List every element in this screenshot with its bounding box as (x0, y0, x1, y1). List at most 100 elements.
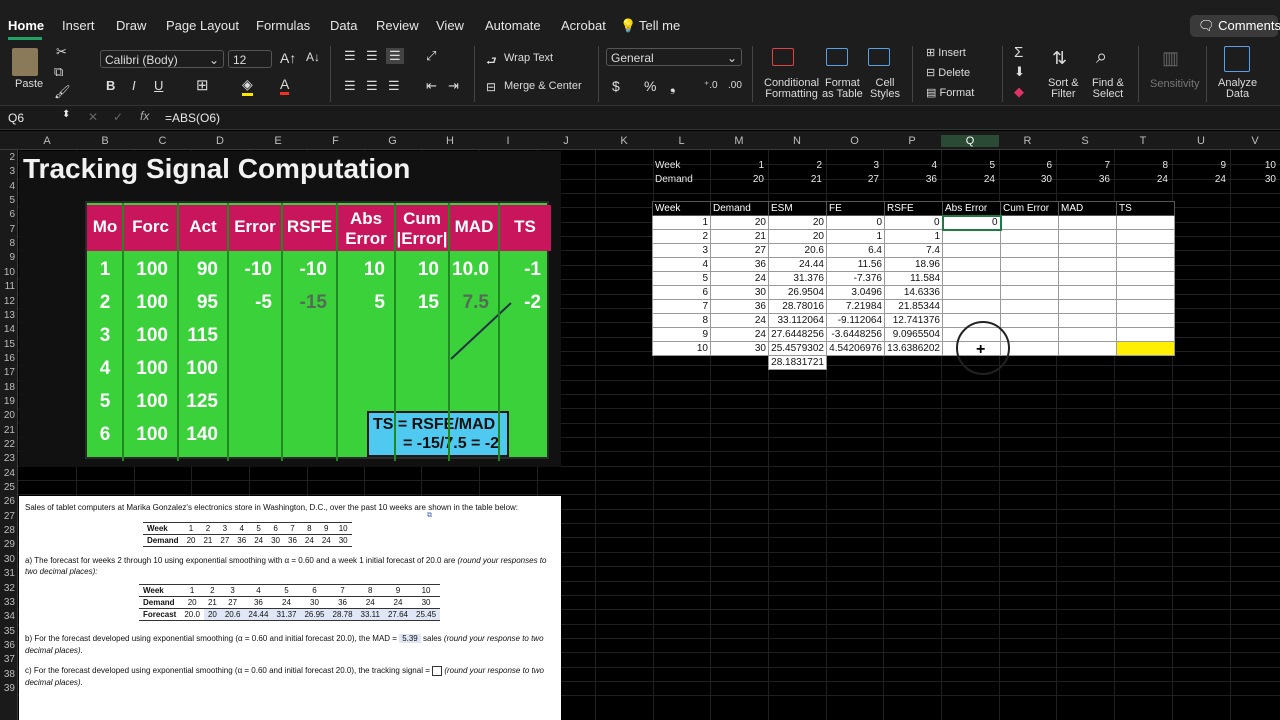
column-header-s[interactable]: S (1056, 135, 1114, 147)
column-header-f[interactable]: F (307, 135, 364, 147)
worksheet-cell[interactable]: 27 (710, 243, 769, 258)
column-header-t[interactable]: T (1114, 135, 1172, 147)
worksheet-cell[interactable]: 6 (652, 285, 711, 300)
tab-automate[interactable]: Automate (485, 18, 541, 33)
align-right-icon[interactable]: ☰ (388, 78, 400, 94)
bold-button[interactable]: B (106, 78, 115, 93)
worksheet-cell[interactable]: 0 (941, 214, 1002, 231)
sort-filter-button[interactable]: Sort & Filter (1048, 78, 1079, 100)
worksheet-cell[interactable] (1116, 229, 1175, 244)
number-format-select[interactable]: General ⌄ (606, 48, 742, 66)
worksheet-cell[interactable]: 24 (710, 271, 769, 286)
wrap-text-button[interactable]: Wrap Text (504, 52, 553, 64)
row-header-17[interactable]: 17 (0, 367, 17, 378)
align-top-icon[interactable]: ☰ (344, 48, 356, 64)
cell-styles-icon[interactable] (868, 48, 890, 66)
worksheet-cell[interactable]: -3.6448256 (826, 327, 885, 342)
worksheet-cell[interactable] (1116, 341, 1175, 356)
sheet-cell[interactable]: 36 (883, 174, 937, 185)
column-header-v[interactable]: V (1230, 135, 1280, 147)
worksheet-cell[interactable]: 33.112064 (768, 313, 827, 328)
worksheet-cell[interactable] (942, 271, 1001, 286)
tab-acrobat[interactable]: Acrobat (561, 18, 606, 33)
copy-data-icon[interactable]: ⧉ (427, 512, 432, 520)
align-center-icon[interactable]: ☰ (366, 78, 378, 94)
row-header-31[interactable]: 31 (0, 568, 17, 579)
wrap-text-icon[interactable]: ⮐ (486, 52, 497, 73)
worksheet-cell[interactable]: -9.112064 (826, 313, 885, 328)
row-header-18[interactable]: 18 (0, 382, 17, 393)
fill-icon[interactable]: ⬇ (1014, 64, 1025, 80)
tab-data[interactable]: Data (330, 18, 357, 33)
sheet-cell[interactable]: 21 (768, 174, 822, 185)
problem-statement[interactable]: Sales of tablet computers at Marika Gonz… (19, 496, 561, 720)
row-header-30[interactable]: 30 (0, 554, 17, 565)
worksheet-cell[interactable]: 2 (652, 229, 711, 244)
worksheet-cell[interactable]: 20.6 (768, 243, 827, 258)
row-header-27[interactable]: 27 (0, 511, 17, 522)
name-box-chevron-icon[interactable]: ⬍ (62, 109, 70, 120)
worksheet-cell[interactable] (1116, 313, 1175, 328)
column-header-b[interactable]: B (76, 135, 134, 147)
formula-input[interactable]: =ABS(O6) (165, 111, 220, 125)
worksheet-cell[interactable] (653, 356, 711, 370)
worksheet-cell[interactable] (1116, 215, 1175, 230)
worksheet-cell[interactable]: 7.4 (884, 243, 943, 258)
delete-cells-button[interactable]: ⊟ Delete (926, 66, 970, 79)
worksheet-cell[interactable]: 24 (710, 313, 769, 328)
tab-formulas[interactable]: Formulas (256, 18, 310, 33)
worksheet-cell[interactable] (1116, 285, 1175, 300)
worksheet-cell[interactable]: 20 (768, 229, 827, 244)
column-header-k[interactable]: K (595, 135, 653, 147)
row-header-15[interactable]: 15 (0, 339, 17, 350)
column-header-m[interactable]: M (710, 135, 768, 147)
sheet-cell[interactable]: 36 (1056, 174, 1110, 185)
row-header-3[interactable]: 3 (0, 166, 17, 177)
worksheet-cell[interactable] (1000, 243, 1059, 258)
conditional-formatting-icon[interactable] (772, 48, 794, 66)
mad-answer[interactable]: 5.39 (399, 634, 421, 643)
row-header-5[interactable]: 5 (0, 195, 17, 206)
row-header-32[interactable]: 32 (0, 583, 17, 594)
worksheet-header-cell[interactable]: FE (826, 201, 885, 216)
worksheet-cell[interactable]: 31.376 (768, 271, 827, 286)
worksheet-cell[interactable]: 1 (884, 229, 943, 244)
worksheet-cell[interactable]: 20 (768, 215, 827, 230)
sheet-cell[interactable]: 9 (1172, 160, 1226, 171)
worksheet-header-cell[interactable]: Week (652, 201, 711, 216)
tab-view[interactable]: View (436, 18, 464, 33)
column-header-g[interactable]: G (364, 135, 421, 147)
row-header-2[interactable]: 2 (0, 152, 17, 163)
worksheet-cell[interactable]: 7 (652, 299, 711, 314)
worksheet-cell[interactable] (1116, 327, 1175, 342)
row-header-12[interactable]: 12 (0, 296, 17, 307)
increase-indent-icon[interactable]: ⇥ (448, 78, 459, 94)
worksheet-cell[interactable]: 11.584 (884, 271, 943, 286)
sheet-cell[interactable]: 20 (710, 174, 764, 185)
column-header-h[interactable]: H (421, 135, 479, 147)
row-header-9[interactable]: 9 (0, 252, 17, 263)
worksheet-cell[interactable]: 3 (652, 243, 711, 258)
decrease-font-icon[interactable]: A↓ (306, 50, 320, 64)
worksheet-cell[interactable]: 14.6336 (884, 285, 943, 300)
increase-decimal-icon[interactable]: ⁺.0 (704, 80, 718, 91)
row-header-34[interactable]: 34 (0, 611, 17, 622)
worksheet-cell[interactable] (1058, 257, 1117, 272)
column-header-o[interactable]: O (826, 135, 883, 147)
worksheet-cell[interactable]: 21 (710, 229, 769, 244)
font-name-select[interactable]: Calibri (Body) ⌄ (100, 50, 224, 68)
worksheet-cell[interactable] (942, 299, 1001, 314)
worksheet-cell[interactable]: 36 (710, 257, 769, 272)
analyze-data-button[interactable]: Analyze Data (1218, 78, 1257, 100)
sheet-cell[interactable]: 7 (1056, 160, 1110, 171)
sheet-cell[interactable]: 10 (1222, 160, 1276, 171)
row-header-22[interactable]: 22 (0, 439, 17, 450)
row-header-35[interactable]: 35 (0, 626, 17, 637)
worksheet-cell[interactable]: 0 (884, 215, 943, 230)
format-as-table-button[interactable]: Format as Table (822, 78, 863, 100)
column-header-n[interactable]: N (768, 135, 826, 147)
sheet-cell[interactable]: 3 (825, 160, 879, 171)
tab-insert[interactable]: Insert (62, 18, 95, 33)
cancel-icon[interactable]: ✕ (88, 110, 98, 124)
row-header-16[interactable]: 16 (0, 353, 17, 364)
